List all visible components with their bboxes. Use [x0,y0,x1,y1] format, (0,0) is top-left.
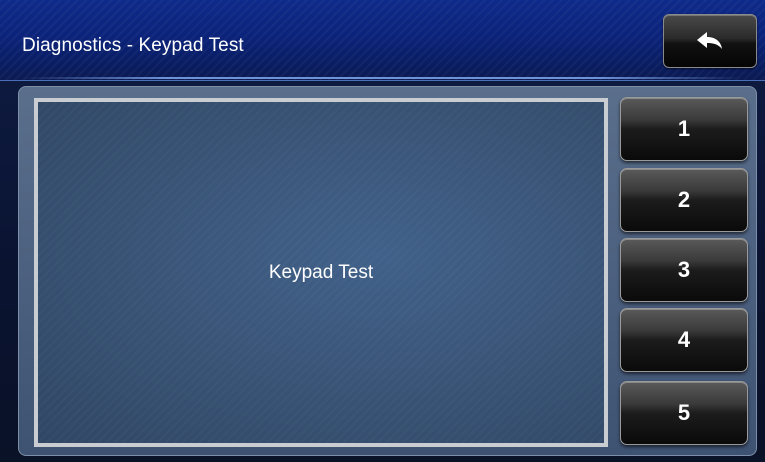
keypad-test-label: Keypad Test [268,261,374,283]
keypad-button-label: 1 [677,116,691,141]
keypad-button-label: 5 [677,400,691,425]
keypad-button-5[interactable]: 5 [620,381,748,445]
keypad-button-label: 4 [677,327,691,352]
back-arrow-icon [697,32,722,49]
keypad-button-3[interactable]: 3 [620,238,748,302]
keypad-test-area: Keypad Test [34,98,608,447]
header-divider [22,77,742,79]
keypad-button-1[interactable]: 1 [620,97,748,161]
keypad-button-label: 2 [677,187,691,212]
keypad-button-2[interactable]: 2 [620,168,748,232]
back-button[interactable] [663,14,757,68]
page-title: Diagnostics - Keypad Test [22,35,244,56]
touch-panel-screen: Diagnostics - Keypad Test Keypad Test 1 … [0,0,765,462]
keypad-button-4[interactable]: 4 [620,308,748,372]
header-bar: Diagnostics - Keypad Test [0,0,765,81]
keypad-button-label: 3 [677,257,691,282]
